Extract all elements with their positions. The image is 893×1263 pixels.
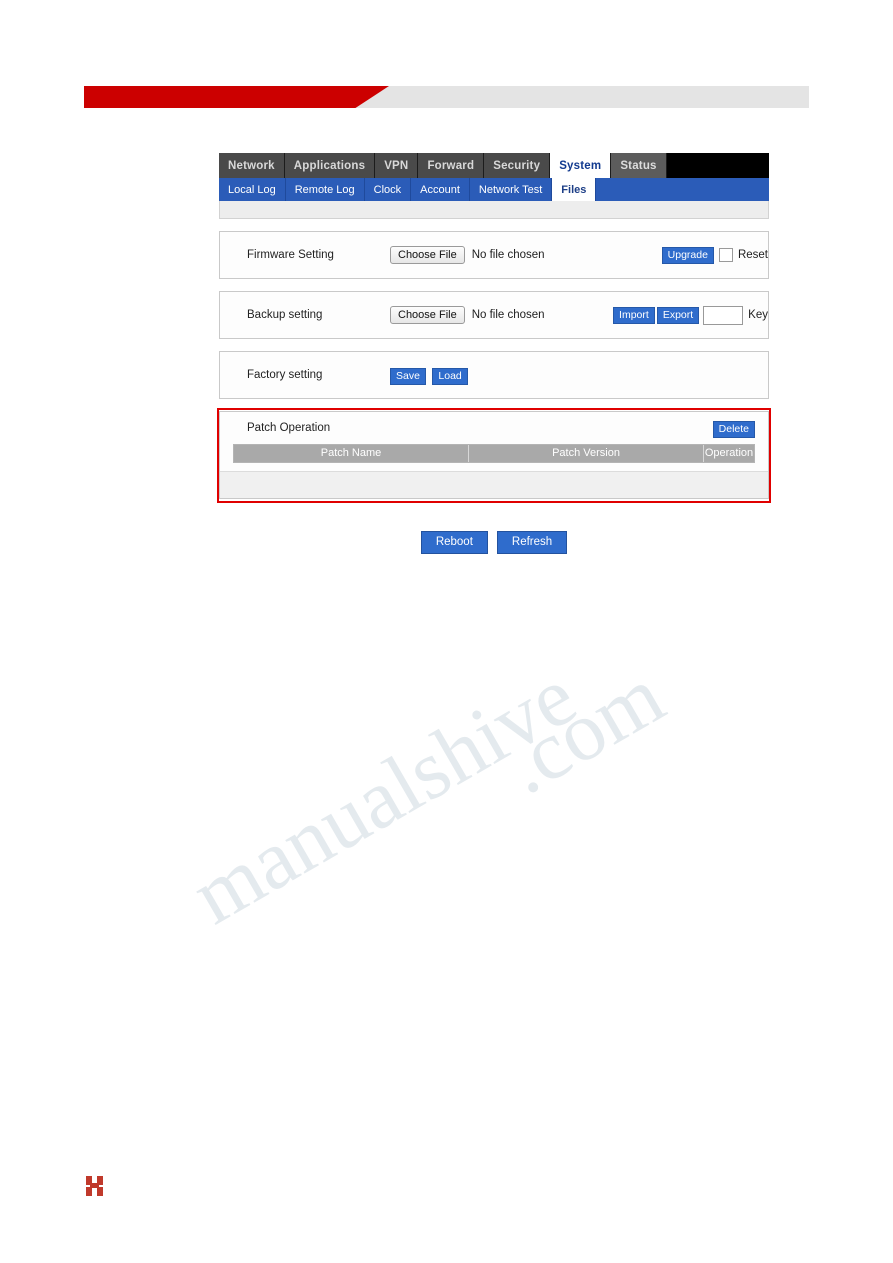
firmware-reset-label: Reset [737, 249, 768, 261]
patch-column-version: Patch Version [469, 445, 704, 462]
refresh-button[interactable]: Refresh [496, 531, 568, 554]
factory-actions: Save Load [390, 366, 468, 385]
backup-file-control: Choose File No file chosen [390, 306, 545, 324]
backup-key-label: Key [748, 309, 768, 321]
patch-operation-title: Patch Operation [247, 422, 331, 434]
nav-tab-security[interactable]: Security [484, 153, 551, 178]
subnav-tab-clock[interactable]: Clock [365, 178, 412, 201]
backup-setting-panel: Backup setting Choose File No file chose… [219, 291, 769, 339]
firmware-reset-checkbox[interactable] [718, 248, 733, 262]
firmware-file-control: Choose File No file chosen [390, 246, 545, 264]
backup-import-button[interactable]: Import [613, 306, 655, 324]
factory-setting-label: Factory setting [247, 369, 323, 381]
subnav-tab-account[interactable]: Account [411, 178, 470, 201]
page-action-buttons: Reboot Refresh [219, 531, 769, 554]
main-nav: Network Applications VPN Forward Securit… [219, 153, 769, 178]
firmware-upgrade-button[interactable]: Upgrade [661, 246, 714, 264]
patch-column-name: Patch Name [234, 445, 469, 462]
subnav-tab-files[interactable]: Files [552, 178, 597, 201]
nav-tab-network[interactable]: Network [219, 153, 285, 178]
reboot-button[interactable]: Reboot [420, 531, 488, 554]
nav-tab-status[interactable]: Status [611, 153, 667, 178]
backup-choose-file-button[interactable]: Choose File [390, 306, 465, 324]
patch-table: Patch Name Patch Version Operation [233, 444, 755, 463]
page-banner [84, 86, 809, 108]
watermark-line-2: .com [489, 648, 679, 813]
sub-nav: Local Log Remote Log Clock Account Netwo… [219, 178, 769, 201]
banner-red-bar [84, 86, 389, 108]
subnav-filler [596, 178, 769, 201]
patch-operation-panel: Patch Operation Delete Patch Name Patch … [219, 411, 769, 499]
nav-tab-vpn[interactable]: VPN [375, 153, 419, 178]
firmware-file-status: No file chosen [471, 249, 545, 261]
patch-footer-strip [220, 471, 768, 498]
backup-actions: Import Export Key [613, 305, 768, 325]
content-top-strip [219, 201, 769, 219]
backup-file-status: No file chosen [471, 309, 545, 321]
nav-tab-applications[interactable]: Applications [284, 153, 376, 178]
nav-tab-forward[interactable]: Forward [418, 153, 485, 178]
firmware-choose-file-button[interactable]: Choose File [390, 246, 465, 264]
factory-save-button[interactable]: Save [390, 367, 426, 385]
backup-key-input[interactable] [703, 305, 744, 325]
brand-logo-icon [86, 1176, 105, 1196]
patch-operation-header: Patch Operation Delete [220, 419, 768, 438]
backup-setting-label: Backup setting [247, 309, 323, 321]
subnav-tab-network-test[interactable]: Network Test [470, 178, 553, 201]
firmware-actions: Upgrade Reset [661, 246, 768, 264]
subnav-tab-remote-log[interactable]: Remote Log [286, 178, 365, 201]
patch-delete-button[interactable]: Delete [712, 420, 755, 438]
router-ui-screenshot: Network Applications VPN Forward Securit… [217, 153, 771, 554]
backup-export-button[interactable]: Export [656, 306, 700, 324]
patch-column-operation: Operation [704, 445, 754, 462]
nav-tab-system[interactable]: System [550, 153, 612, 178]
watermark-line-1: manualshive [177, 649, 592, 943]
firmware-setting-label: Firmware Setting [247, 249, 334, 261]
firmware-setting-panel: Firmware Setting Choose File No file cho… [219, 231, 769, 279]
factory-setting-panel: Factory setting Save Load [219, 351, 769, 399]
subnav-tab-local-log[interactable]: Local Log [219, 178, 286, 201]
patch-operation-wrapper: Patch Operation Delete Patch Name Patch … [217, 408, 771, 503]
factory-load-button[interactable]: Load [432, 367, 468, 385]
nav-filler [666, 153, 769, 178]
